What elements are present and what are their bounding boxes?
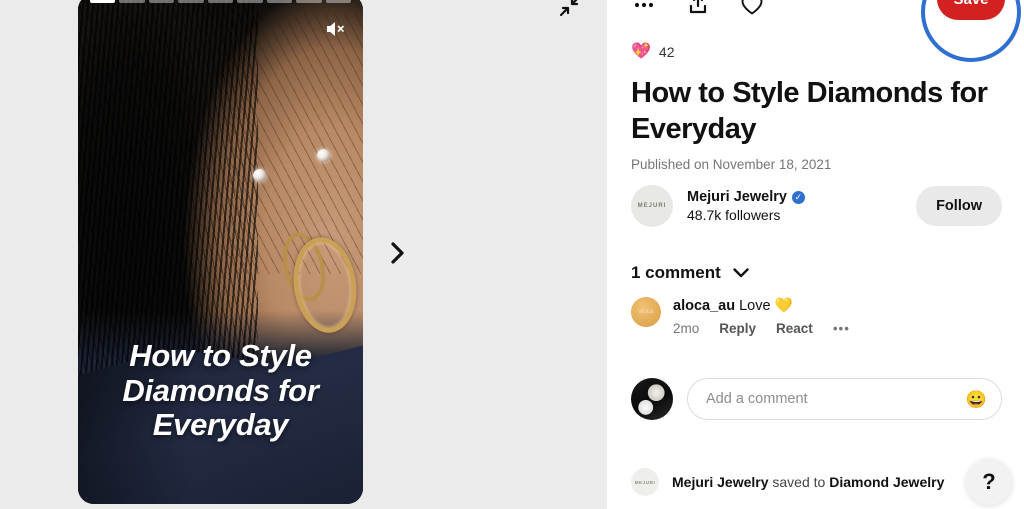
save-button[interactable]: Save	[937, 0, 1005, 20]
story-progress-segment[interactable]	[178, 0, 204, 3]
next-story-button[interactable]	[385, 240, 411, 266]
saved-to-text: Mejuri Jewelry saved to Diamond Jewelry	[672, 474, 944, 490]
pin-story-viewer: How to Style Diamonds for Everyday 💖 42 …	[0, 0, 1024, 509]
story-progress-segment[interactable]	[237, 0, 263, 3]
comment-avatar[interactable]: aloca	[631, 297, 661, 327]
story-progress-bars	[90, 0, 351, 3]
list-item: aloca aloca_au Love 💛 2mo Reply React ••…	[631, 297, 1000, 336]
creator-followers: 48.7k followers	[687, 207, 781, 223]
story-progress-segment[interactable]	[119, 0, 145, 3]
heart-reaction-icon: 💖	[631, 43, 651, 60]
heart-outline-icon	[741, 0, 763, 15]
story-card[interactable]: How to Style Diamonds for Everyday	[78, 0, 363, 504]
story-progress-segment[interactable]	[325, 0, 351, 3]
saved-board-owner[interactable]: Mejuri Jewelry	[672, 474, 769, 490]
collapse-expand-button[interactable]	[556, 0, 584, 20]
saved-board-name[interactable]: Diamond Jewelry	[829, 474, 944, 490]
avatar	[631, 378, 673, 420]
photo-earring-stud-upper	[317, 149, 330, 162]
comment-timestamp: 2mo	[673, 320, 700, 336]
more-options-button[interactable]	[631, 0, 657, 18]
pin-detail-pane: Save 💖 42 How to Style Diamonds for Ever…	[607, 0, 1024, 509]
help-button[interactable]: ?	[966, 459, 1012, 505]
published-date: Published on November 18, 2021	[631, 157, 832, 172]
creator-info: Mejuri Jewelry ✓ 48.7k followers	[687, 189, 805, 223]
story-progress-segment[interactable]	[296, 0, 322, 3]
photo-earring-stud-lower	[253, 169, 266, 182]
saved-to-row: MEJURI Mejuri Jewelry saved to Diamond J…	[631, 468, 1000, 496]
comment-reply-button[interactable]: Reply	[719, 321, 756, 336]
comment-body: aloca_au Love 💛 2mo Reply React •••	[673, 297, 850, 336]
story-pane: How to Style Diamonds for Everyday	[0, 0, 607, 509]
comment-username[interactable]: aloca_au	[673, 298, 735, 314]
emoji-picker-icon[interactable]: 😀	[966, 391, 987, 408]
creator-avatar[interactable]: MEJURI	[631, 185, 673, 227]
speaker-muted-icon	[327, 22, 344, 36]
story-progress-segment[interactable]	[266, 0, 293, 3]
reaction-count: 42	[658, 44, 675, 60]
comments-header[interactable]: 1 comment	[631, 263, 749, 283]
search-input comment-input[interactable]	[706, 391, 966, 407]
saved-board-avatar[interactable]: MEJURI	[631, 468, 659, 496]
comment-more-button[interactable]: •••	[833, 321, 850, 336]
comment-field[interactable]: 😀	[687, 378, 1002, 420]
pin-top-actions	[631, 0, 765, 18]
more-options-icon	[634, 2, 654, 8]
collapse-diagonal-icon	[559, 0, 579, 17]
comment-message: Love 💛	[735, 298, 793, 314]
story-progress-segment[interactable]	[90, 0, 116, 3]
creator-name-line[interactable]: Mejuri Jewelry ✓	[687, 189, 805, 205]
favorite-button[interactable]	[739, 0, 765, 18]
comments-count: 1 comment	[631, 263, 721, 282]
share-icon	[689, 0, 707, 14]
save-button-wrapper: Save	[921, 0, 1021, 62]
story-progress-segment[interactable]	[148, 0, 175, 3]
story-caption: How to Style Diamonds for Everyday	[122, 338, 319, 443]
page-title: How to Style Diamonds for Everyday	[631, 77, 988, 145]
comment-meta: 2mo Reply React •••	[673, 321, 850, 336]
share-button[interactable]	[685, 0, 711, 18]
chevron-right-icon	[391, 242, 404, 264]
verified-badge-icon: ✓	[791, 190, 805, 204]
saved-to-connector: saved to	[768, 474, 830, 490]
comment-react-button[interactable]: React	[776, 321, 813, 336]
follow-button[interactable]: Follow	[916, 186, 1002, 226]
reaction-summary[interactable]: 💖 42	[631, 43, 675, 61]
creator-row: MEJURI Mejuri Jewelry ✓ 48.7k followers …	[631, 185, 1002, 227]
comment-composer: 😀	[631, 378, 1002, 420]
creator-name: Mejuri Jewelry	[687, 189, 787, 205]
comment-text: aloca_au Love 💛	[673, 297, 850, 316]
story-progress-segment[interactable]	[207, 0, 234, 3]
chevron-down-icon	[733, 268, 749, 278]
mute-toggle-button[interactable]	[323, 16, 349, 42]
